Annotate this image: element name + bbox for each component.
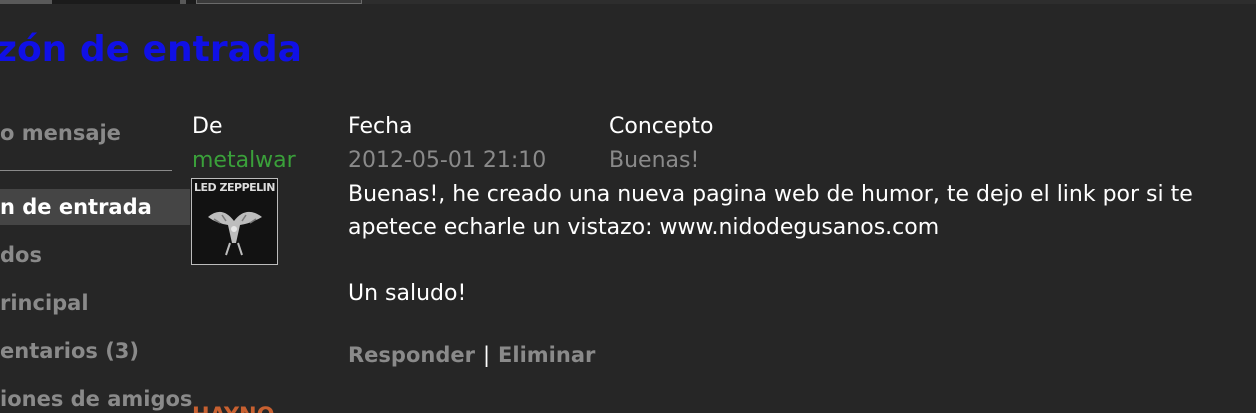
icarus-angel-icon [208, 211, 262, 256]
message-actions: Responder | Eliminar [348, 340, 595, 370]
sidebar-item-inbox[interactable]: n de entrada [0, 189, 190, 225]
message-subject: Buenas! [609, 148, 700, 173]
sidebar-item-comments[interactable]: entarios (3) [0, 333, 190, 369]
tab-fragment [362, 0, 1256, 4]
body-text: Buenas!, he creado una nueva pagina web … [348, 182, 1193, 207]
partial-link[interactable]: HAYNO [192, 405, 274, 413]
reply-button[interactable]: Responder [348, 343, 475, 367]
sidebar-item-label: n de entrada [0, 195, 152, 219]
actions-separator: | [482, 343, 491, 367]
sidebar-item-new-message[interactable]: o mensaje [0, 115, 190, 151]
sidebar-item-sent[interactable]: dos [0, 237, 190, 273]
sidebar-item-label: o mensaje [0, 121, 121, 145]
sidebar-divider [0, 170, 172, 171]
column-header-subject: Concepto [609, 114, 714, 139]
sidebar-item-main[interactable]: rincipal [0, 285, 190, 321]
avatar-logo-text: LED ZEPPELIN [194, 181, 275, 194]
body-text: apetece echarle un vistazo: www.nidodegu… [348, 215, 940, 240]
inbox-page: zón de entrada o mensaje n de entrada do… [0, 0, 1256, 413]
sender-link[interactable]: metalwar [192, 146, 296, 176]
sidebar-nav: o mensaje n de entrada dos rincipal enta… [0, 0, 193, 413]
message-date: 2012-05-01 21:10 [348, 148, 547, 173]
sender-avatar[interactable]: LED ZEPPELIN [191, 178, 278, 265]
body-closing: Un saludo! [348, 281, 467, 306]
sidebar-item-label: rincipal [0, 291, 89, 315]
sidebar-item-label: iones de amigos [0, 387, 193, 411]
column-header-from: De [192, 114, 223, 139]
sidebar-item-label: entarios (3) [0, 339, 140, 363]
message-body: Buenas!, he creado una nueva pagina web … [348, 178, 1248, 310]
sidebar-item-label: dos [0, 243, 42, 267]
delete-button[interactable]: Eliminar [498, 343, 595, 367]
sidebar-item-friend-requests[interactable]: iones de amigos [0, 381, 193, 413]
column-header-date: Fecha [348, 114, 413, 139]
tab-fragment[interactable] [196, 0, 362, 4]
